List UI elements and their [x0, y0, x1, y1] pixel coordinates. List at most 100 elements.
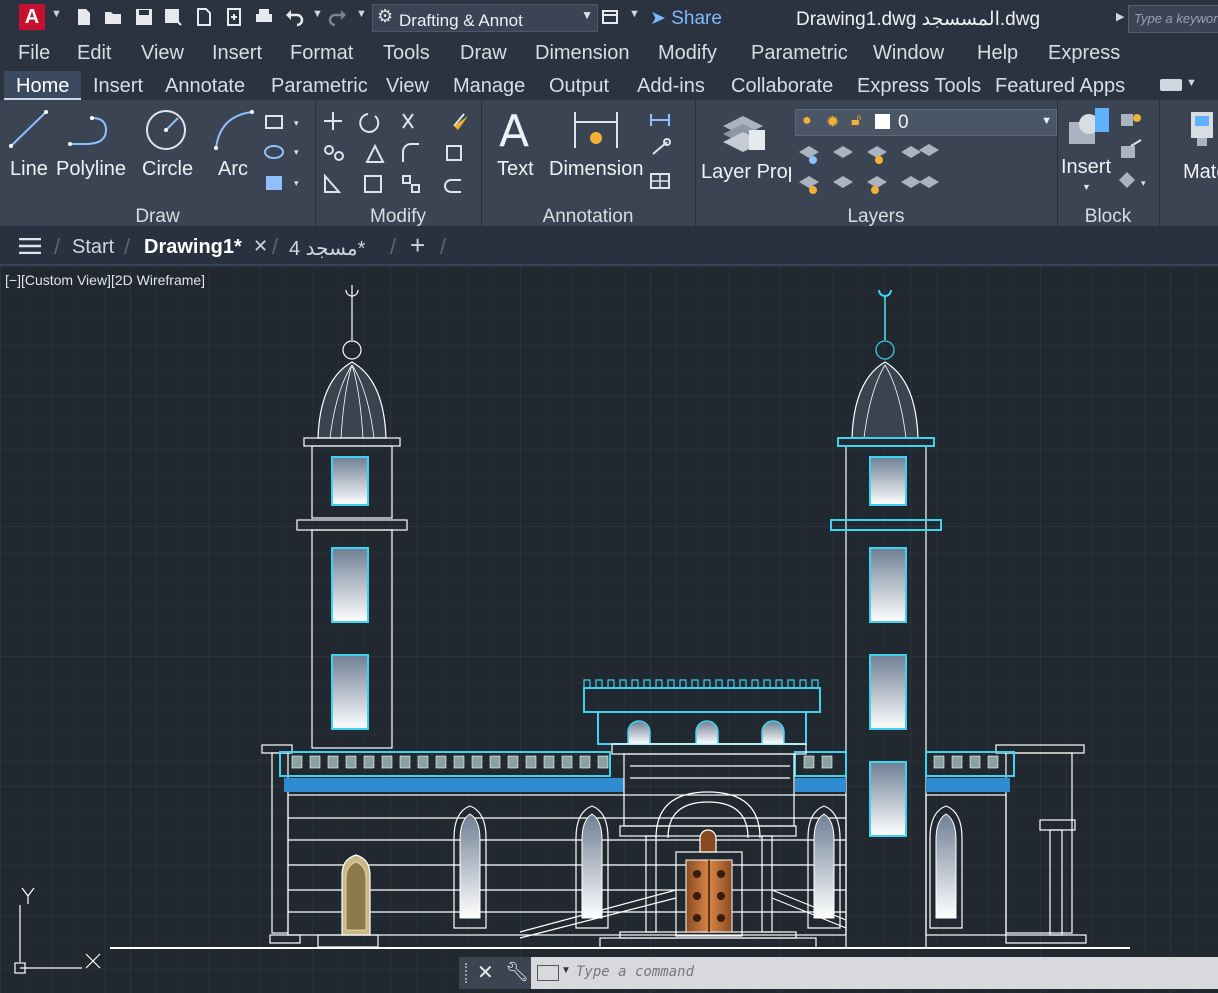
app-menu-arrow-icon[interactable]: ▼: [51, 8, 62, 20]
match-properties-icon[interactable]: [1187, 110, 1217, 150]
tab-view[interactable]: View: [386, 75, 429, 98]
tab-add-ins[interactable]: Add-ins: [637, 75, 705, 98]
dimension-button[interactable]: Dimension: [549, 158, 643, 181]
open-file-icon[interactable]: [103, 7, 123, 27]
title-bar: A ▼ ▼ ▼ ⚙ Drafting & Annot ▼ ▼ ➤ Share D…: [0, 0, 1218, 37]
layer-properties-icon[interactable]: [719, 106, 767, 154]
drag-handle[interactable]: [465, 963, 471, 983]
line-button[interactable]: Line: [10, 158, 48, 181]
workspace-selector[interactable]: ⚙ Drafting & Annot ▼: [372, 4, 598, 32]
viewport-controls-label[interactable]: [−][Custom View][2D Wireframe]: [5, 272, 205, 288]
insert-dropdown-icon[interactable]: ▼: [1082, 182, 1091, 192]
insert-button[interactable]: Insert: [1061, 156, 1111, 179]
block-tools-icons[interactable]: ▾: [1117, 110, 1153, 194]
arc-icon[interactable]: [212, 108, 256, 152]
menu-dimension[interactable]: Dimension: [535, 42, 629, 65]
annotation-panel-title[interactable]: Annotation: [481, 206, 695, 228]
tab-express-tools[interactable]: Express Tools: [857, 75, 981, 98]
close-icon[interactable]: ✕: [477, 960, 494, 985]
text-icon[interactable]: A: [497, 106, 533, 150]
command-history-icon[interactable]: [537, 965, 559, 981]
arc-button[interactable]: Arc: [218, 158, 248, 181]
tab-masjid[interactable]: مسجد 4*: [289, 236, 365, 261]
new-tab-button[interactable]: +: [410, 230, 425, 261]
tab-collaborate[interactable]: Collaborate: [731, 75, 833, 98]
menu-insert[interactable]: Insert: [212, 42, 262, 65]
undo-dropdown-icon[interactable]: ▼: [312, 8, 323, 20]
redo-dropdown-icon[interactable]: ▼: [356, 8, 367, 20]
redo-icon[interactable]: [328, 7, 348, 27]
polyline-icon[interactable]: [66, 110, 114, 150]
chevron-down-icon[interactable]: ▼: [1186, 77, 1197, 89]
command-line: ✕ 🔧︎ ▼ Type a command: [459, 957, 1218, 989]
ribbon: Line Polyline Circle Arc ▾ ▾ ▾ Draw Modify…: [0, 100, 1218, 228]
tab-drawing1[interactable]: Drawing1*: [144, 236, 242, 259]
menu-file[interactable]: File: [18, 42, 50, 65]
annotation-tools-icons[interactable]: [649, 110, 689, 194]
undo-icon[interactable]: [284, 7, 304, 27]
menu-parametric[interactable]: Parametric: [751, 42, 848, 65]
tab-divider: /: [440, 234, 447, 259]
ribbon-minimize-icon[interactable]: [1160, 79, 1182, 91]
dimension-icon[interactable]: [571, 108, 621, 152]
insert-block-icon[interactable]: [1065, 104, 1115, 154]
menu-window[interactable]: Window: [873, 42, 944, 65]
chevron-down-icon[interactable]: ▼: [561, 965, 571, 976]
lock-icon[interactable]: 🔓︎: [851, 112, 861, 130]
app-logo[interactable]: A: [19, 4, 45, 30]
customize-qat-icon[interactable]: ▼: [629, 8, 640, 20]
tab-home[interactable]: Home: [4, 71, 82, 101]
block-panel: Insert ▼ ▾ Block: [1057, 100, 1160, 228]
share-button[interactable]: ➤ Share: [650, 7, 722, 30]
menu-draw[interactable]: Draw: [460, 42, 507, 65]
circle-icon[interactable]: [144, 108, 188, 152]
circle-button[interactable]: Circle: [142, 158, 193, 181]
tab-annotate[interactable]: Annotate: [165, 75, 245, 98]
sun-icon[interactable]: ✹: [826, 112, 839, 132]
tab-insert[interactable]: Insert: [93, 75, 143, 98]
polyline-button[interactable]: Polyline: [56, 158, 126, 181]
menu-edit[interactable]: Edit: [77, 42, 111, 65]
tab-parametric[interactable]: Parametric: [271, 75, 368, 98]
save-as-icon[interactable]: [163, 7, 183, 27]
draw-tools-icons[interactable]: ▾ ▾ ▾: [264, 114, 304, 194]
menu-help[interactable]: Help: [977, 42, 1018, 65]
tab-output[interactable]: Output: [549, 75, 609, 98]
layer-dropdown[interactable]: ● ✹ 🔓︎ 0 ▼: [795, 109, 1057, 136]
text-button[interactable]: Text: [497, 158, 534, 181]
menu-express[interactable]: Express: [1048, 42, 1120, 65]
save-web-icon[interactable]: [224, 7, 244, 27]
tab-featured-apps[interactable]: Featured Apps: [995, 75, 1125, 98]
open-web-icon[interactable]: [194, 7, 214, 27]
layer-tools-icons[interactable]: [795, 138, 945, 198]
block-panel-title[interactable]: Block: [1057, 206, 1159, 228]
layer-properties-button[interactable]: Layer Properties: [701, 158, 791, 198]
wrench-icon[interactable]: 🔧︎: [505, 960, 529, 984]
plot-icon[interactable]: [254, 7, 274, 27]
menu-modify[interactable]: Modify: [658, 42, 717, 65]
svg-text:▾: ▾: [294, 119, 299, 129]
modify-panel-title[interactable]: Modify: [315, 206, 481, 228]
send-icon: ➤: [650, 8, 666, 29]
lightbulb-icon[interactable]: ●: [802, 112, 812, 130]
drawing-viewport[interactable]: [0, 266, 1218, 993]
layer-color-swatch[interactable]: [875, 114, 890, 129]
tab-start[interactable]: Start: [72, 236, 114, 259]
menu-view[interactable]: View: [141, 42, 184, 65]
workspace-icon[interactable]: [600, 7, 620, 27]
search-input[interactable]: Type a keyword: [1128, 5, 1218, 33]
line-icon[interactable]: [8, 108, 50, 150]
match-properties-button[interactable]: Match Properties: [1183, 158, 1218, 198]
modify-tools-icons[interactable]: [321, 110, 477, 200]
menu-tools[interactable]: Tools: [383, 42, 430, 65]
command-input[interactable]: ▼ Type a command: [531, 957, 1218, 989]
close-tab-icon[interactable]: ✕: [253, 236, 268, 257]
save-icon[interactable]: [134, 7, 154, 27]
search-expand-icon[interactable]: ▶: [1116, 10, 1124, 23]
menu-format[interactable]: Format: [290, 42, 353, 65]
tab-manage[interactable]: Manage: [453, 75, 525, 98]
new-file-icon[interactable]: [74, 7, 94, 27]
hamburger-menu-icon[interactable]: [19, 238, 41, 254]
layers-panel-title[interactable]: Layers: [695, 206, 1057, 228]
draw-panel-title[interactable]: Draw: [0, 206, 315, 228]
